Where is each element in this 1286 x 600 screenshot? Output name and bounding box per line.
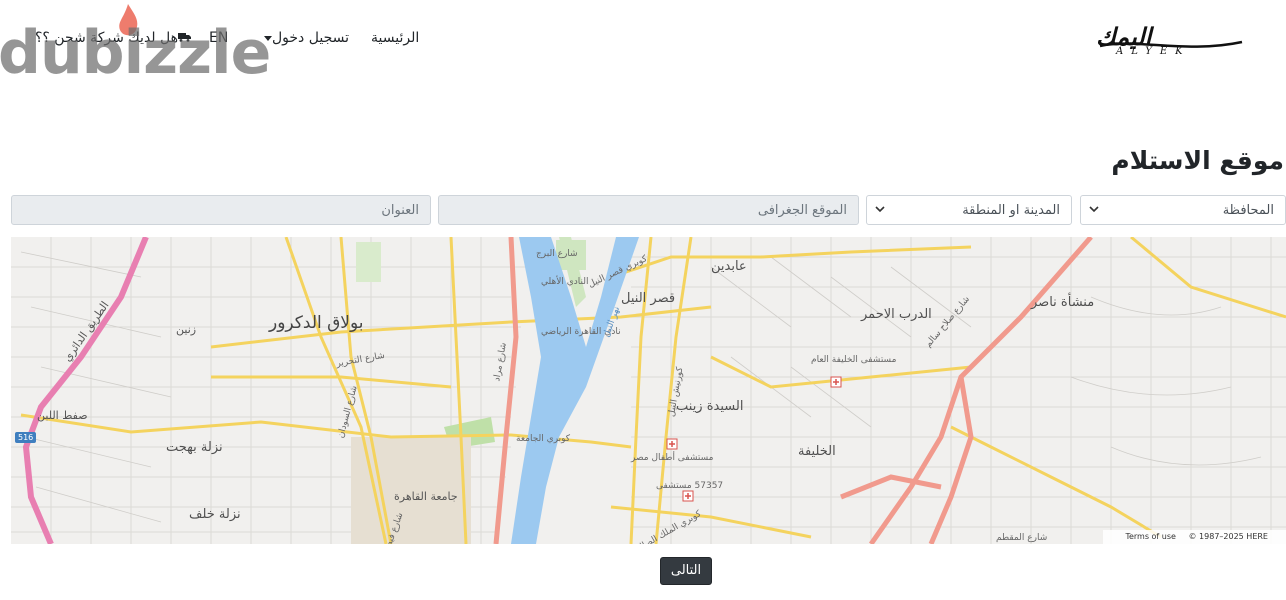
- map-label-khalifa-hospital: مستشفى الخليفة العام: [811, 355, 897, 365]
- map-label-kasr-el-nil: قصر النيل: [621, 291, 676, 306]
- map-label-zenin: زنين: [176, 323, 197, 336]
- alyek-logo[interactable]: اليمك ALYEK: [1096, 22, 1246, 58]
- map-attribution: Terms of use © 1987–2025 HERE: [1103, 530, 1286, 544]
- map-label-burg-street: شارع البرج: [536, 249, 578, 259]
- chevron-down-icon: [875, 206, 885, 213]
- page-title: موقع الاستلام: [1111, 146, 1284, 175]
- address-placeholder: العنوان: [381, 203, 419, 218]
- truck-icon: [178, 30, 192, 46]
- map-label-bulaq-dakrour: بولاق الدكرور: [269, 313, 364, 333]
- road-shield-516: 516: [15, 432, 37, 443]
- map-label-university-bridge: كوبري الجامعة: [516, 434, 571, 444]
- map-label-khalifa: الخليفة: [798, 444, 836, 459]
- language-toggle[interactable]: EN: [209, 30, 228, 46]
- nav-login-label: تسجيل دخول: [272, 30, 349, 46]
- dubizzle-watermark: dubizzle: [0, 4, 271, 88]
- map-label-mokattam-street: شارع المقطم: [996, 533, 1048, 543]
- map-label-hospital-57357: 57357 مستشفى: [656, 481, 724, 491]
- next-button[interactable]: التالى: [660, 557, 712, 585]
- city-area-select[interactable]: المدينة او المنطقة: [866, 195, 1072, 225]
- navbar: اليمك ALYEK الرئيسية تسجيل دخول EN هل لد…: [0, 0, 1286, 88]
- watermark-text: dubizzle: [0, 18, 271, 88]
- map-label-ahly-club: النادي الأهلي: [541, 277, 589, 287]
- map-label-sayeda-zeinab: السيدة زينب: [676, 399, 744, 414]
- geo-location-input[interactable]: الموقع الجغرافى: [438, 195, 859, 225]
- shipping-company-label: هل لديك شركة شحن ؟؟: [35, 30, 179, 46]
- nav-login-dropdown[interactable]: تسجيل دخول: [259, 30, 349, 46]
- map-copyright: © 1987–2025 HERE: [1188, 532, 1269, 541]
- map-label-saft-el-laban: صفط اللبن: [37, 409, 88, 422]
- logo-subtext: ALYEK: [1116, 46, 1191, 57]
- chevron-down-icon: [1089, 206, 1099, 213]
- map-label-cairo-university: جامعة القاهرة: [394, 490, 458, 503]
- map-label-manshiyet-nasser: منشأة ناصر: [1031, 295, 1095, 310]
- governorate-select-value: المحافظة: [1222, 203, 1274, 218]
- governorate-select[interactable]: المحافظة: [1080, 195, 1286, 225]
- map-label-children-hospital: مستشفى أطفال مصر: [631, 453, 714, 463]
- geo-location-placeholder: الموقع الجغرافى: [757, 203, 847, 218]
- nav-home-link[interactable]: الرئيسية: [371, 30, 419, 46]
- caret-down-icon: [264, 35, 272, 41]
- city-area-select-value: المدينة او المنطقة: [962, 203, 1060, 218]
- map-label-nazlet-bahgat: نزلة بهجت: [166, 440, 223, 455]
- address-input[interactable]: العنوان: [11, 195, 431, 225]
- shipping-company-link[interactable]: هل لديك شركة شحن ؟؟: [35, 30, 195, 46]
- map-terms-link[interactable]: Terms of use: [1125, 532, 1176, 541]
- map-label-abdeen: عابدين: [711, 259, 747, 274]
- map-view[interactable]: بولاق الدكرور قصر النيل عابدين الدرب الا…: [11, 237, 1286, 544]
- map-label-darb-el-ahmar: الدرب الاحمر: [861, 307, 932, 322]
- map-label-nazlet-khalaf: نزلة خلف: [189, 507, 241, 522]
- map-tiles: [11, 237, 1286, 544]
